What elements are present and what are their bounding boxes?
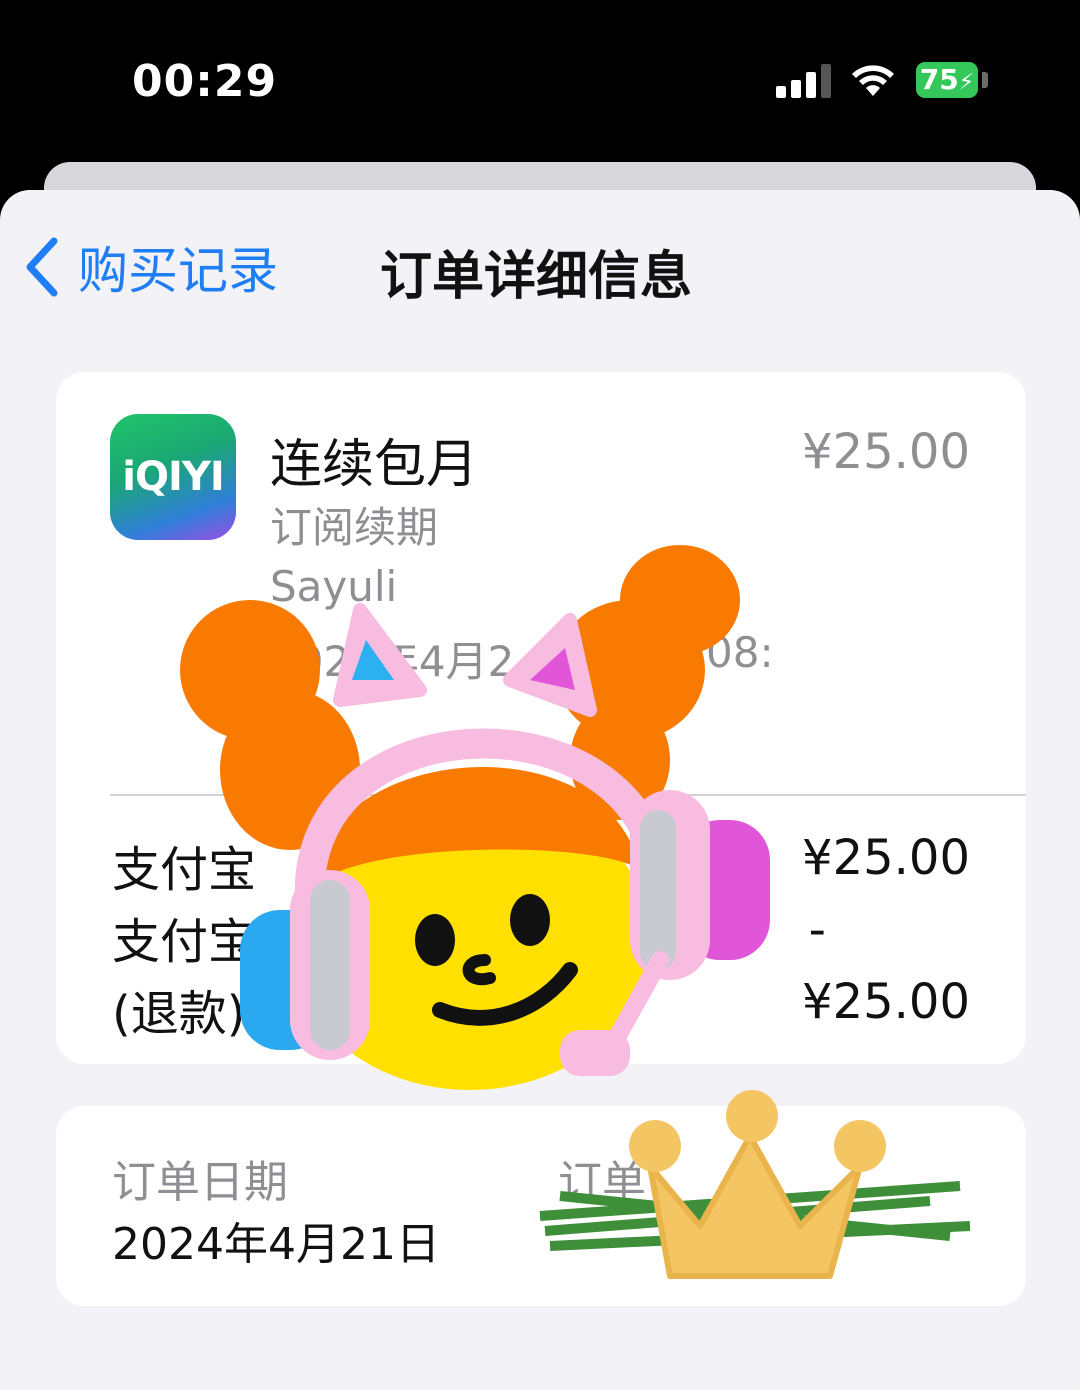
avatar-sticker-icon bbox=[180, 545, 770, 1090]
battery-icon: 75⚡ bbox=[916, 62, 978, 98]
item-title: 连续包月 bbox=[270, 435, 479, 495]
cellular-signal-icon bbox=[776, 64, 832, 98]
status-bar: 00:29 75⚡ bbox=[0, 0, 1080, 160]
page-title: 订单详细信息 bbox=[380, 247, 693, 307]
app-icon-text: iQIYI bbox=[122, 454, 224, 500]
battery-level: 75 bbox=[919, 63, 959, 96]
payment-amount: - bbox=[808, 902, 826, 958]
status-time: 00:29 bbox=[132, 56, 278, 107]
order-date-value: 2024年4月21日 bbox=[112, 1219, 440, 1270]
iqiyi-app-icon[interactable]: iQIYI bbox=[110, 414, 236, 540]
item-price: ¥25.00 bbox=[802, 424, 970, 480]
battery-cap bbox=[982, 72, 988, 88]
chevron-left-icon bbox=[26, 237, 58, 297]
back-button[interactable]: 购买记录 bbox=[20, 232, 278, 302]
payment-amount: ¥25.00 bbox=[802, 974, 970, 1030]
order-date-label: 订单日期 bbox=[112, 1157, 288, 1208]
back-button-label: 购买记录 bbox=[78, 242, 278, 300]
wifi-icon bbox=[852, 65, 894, 96]
redaction-scribble-icon bbox=[539, 1090, 971, 1279]
payment-amount: ¥25.00 bbox=[802, 830, 970, 886]
